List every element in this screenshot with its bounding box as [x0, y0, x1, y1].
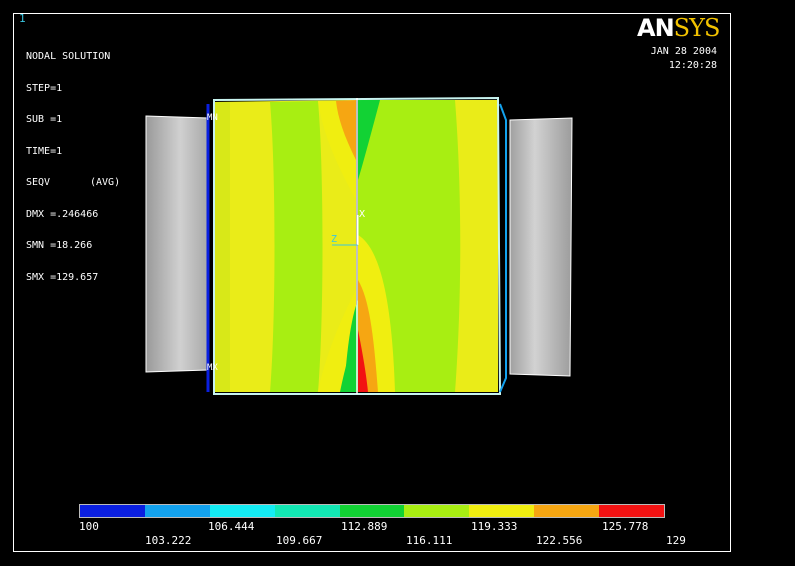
legend-band: [534, 505, 600, 517]
legend-label: 122.556: [536, 534, 583, 547]
sleeve-left: [214, 100, 356, 392]
legend-label: 112.889: [341, 520, 388, 533]
left-tube: [145, 115, 209, 373]
contour-legend-bar: [79, 504, 665, 518]
legend-band: [404, 505, 470, 517]
legend-label: 106.444: [208, 520, 255, 533]
legend-label: 119.333: [471, 520, 518, 533]
max-marker: MX: [207, 363, 218, 373]
axis-z-label: Z: [331, 234, 337, 245]
legend-band: [469, 505, 535, 517]
min-marker: MN: [207, 113, 218, 123]
legend-band: [339, 505, 405, 517]
legend-label: 109.667: [276, 534, 323, 547]
right-tube: [509, 117, 573, 377]
legend-band: [80, 505, 145, 517]
legend-label: 100: [79, 520, 99, 533]
legend-label: 116.111: [406, 534, 453, 547]
legend-label: 129: [666, 534, 686, 547]
legend-label: 125.778: [602, 520, 649, 533]
legend-label: 103.222: [145, 534, 192, 547]
axis-x-label: X: [359, 209, 365, 220]
legend-band: [274, 505, 340, 517]
legend-band: [144, 505, 210, 517]
sleeve-right: [344, 100, 498, 392]
legend-band: [209, 505, 275, 517]
legend-band: [599, 505, 665, 517]
stress-contour-model: Z X MN MX: [145, 96, 573, 395]
